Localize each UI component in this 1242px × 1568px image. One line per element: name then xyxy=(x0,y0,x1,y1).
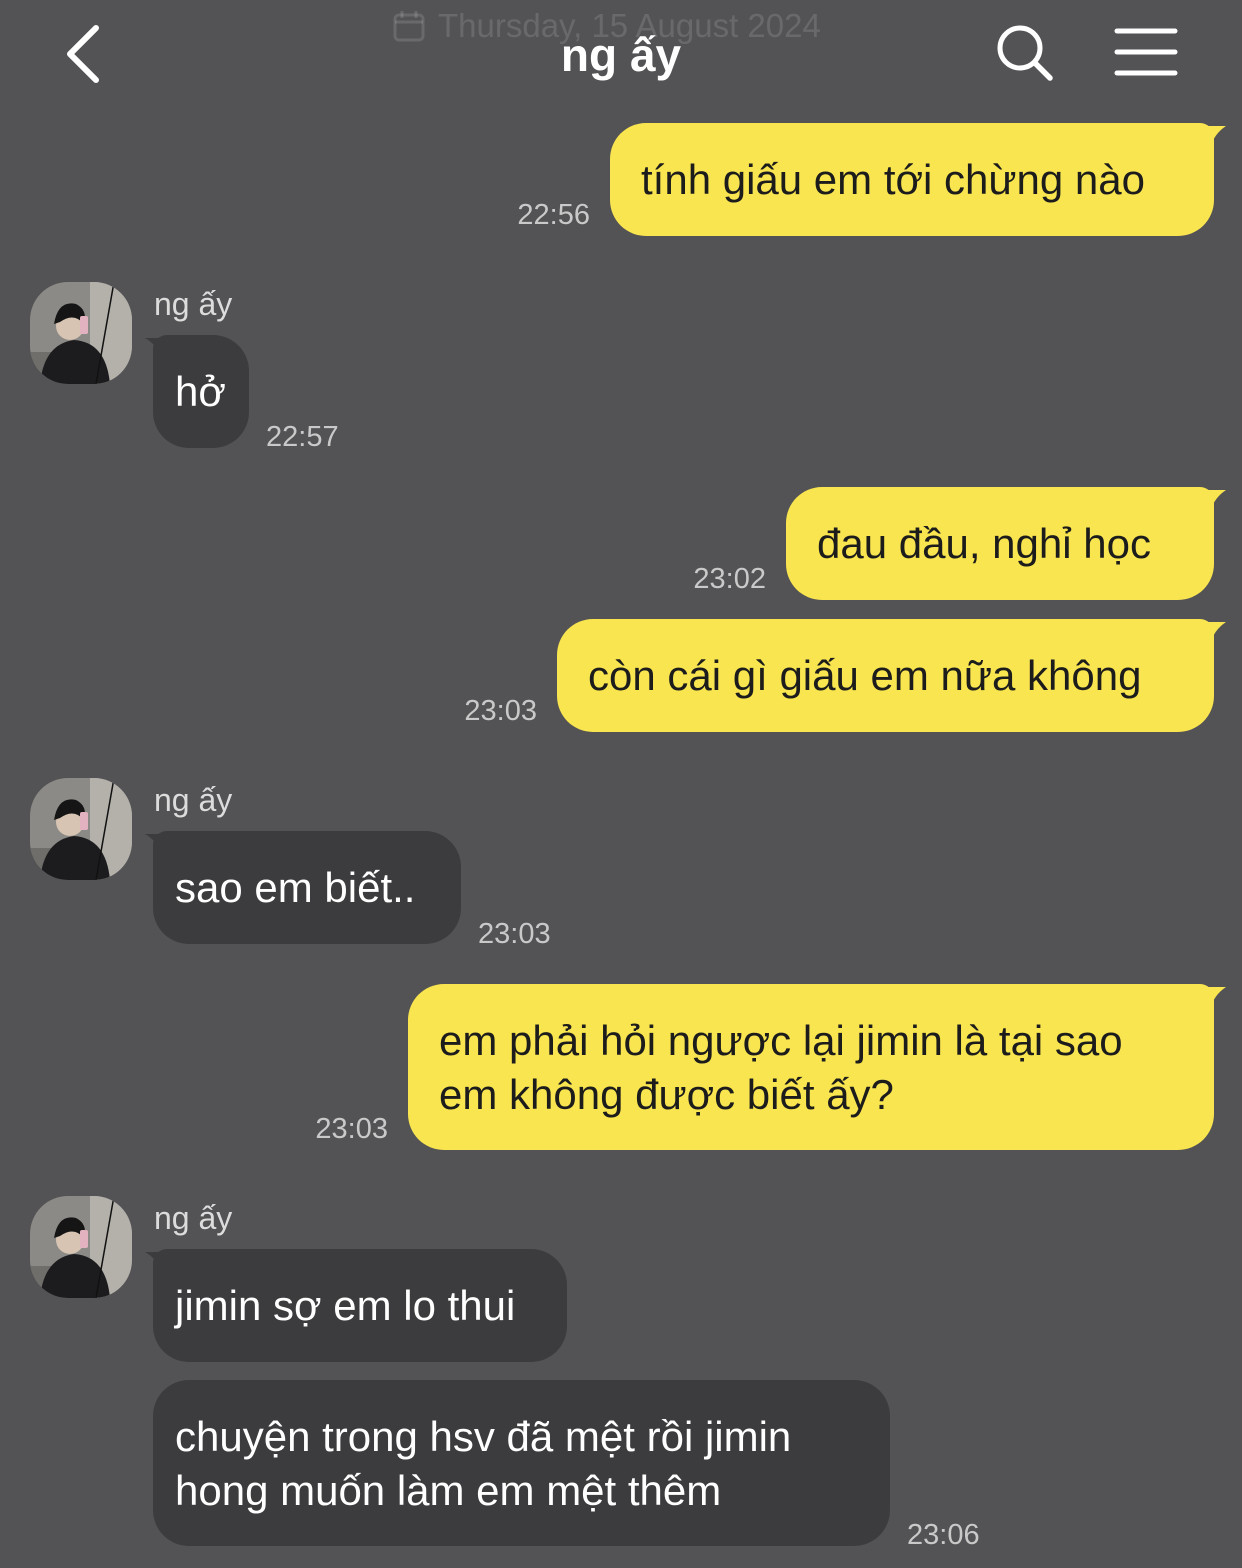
message-text-line-2: em không được biết ấy? xyxy=(439,1071,894,1118)
message-text: tính giấu em tới chừng nào xyxy=(641,156,1145,203)
bubble-tail xyxy=(1202,126,1226,148)
message-text: hở xyxy=(175,368,226,415)
message-text-line-1: em phải hỏi ngược lại jimin là tại sao xyxy=(439,1017,1123,1064)
search-button[interactable] xyxy=(994,22,1056,84)
incoming-message-bubble[interactable]: chuyện trong hsv đã mệt rồi jimin hong m… xyxy=(153,1380,890,1546)
outgoing-message-bubble[interactable]: đau đầu, nghỉ học xyxy=(786,487,1214,600)
message-text: sao em biết.. xyxy=(175,864,416,911)
bubble-tail xyxy=(1202,622,1226,644)
message-text-line-2: hong muốn làm em mệt thêm xyxy=(175,1467,722,1514)
bubble-tail xyxy=(1202,987,1226,1009)
incoming-message-bubble[interactable]: jimin sợ em lo thui xyxy=(153,1249,567,1362)
bubble-tail xyxy=(1202,490,1226,512)
message-timestamp: 23:06 xyxy=(907,1519,980,1551)
incoming-message-bubble[interactable]: hở xyxy=(153,335,249,448)
message-timestamp: 23:02 xyxy=(693,563,766,595)
hamburger-menu-icon xyxy=(1114,28,1178,76)
chat-header: Thursday, 15 August 2024 ng ấy xyxy=(0,0,1242,110)
sender-name: ng ấy xyxy=(154,1200,233,1236)
message-timestamp: 23:03 xyxy=(315,1113,388,1145)
message-text: còn cái gì giấu em nữa không xyxy=(588,652,1142,699)
sender-name: ng ấy xyxy=(154,782,233,818)
outgoing-message-bubble[interactable]: còn cái gì giấu em nữa không xyxy=(557,619,1214,732)
message-text-line-1: chuyện trong hsv đã mệt rồi jimin xyxy=(175,1413,792,1460)
menu-button[interactable] xyxy=(1112,26,1180,80)
avatar[interactable] xyxy=(30,778,132,880)
sender-name: ng ấy xyxy=(154,286,233,322)
incoming-message-bubble[interactable]: sao em biết.. xyxy=(153,831,461,944)
avatar-photo xyxy=(30,778,132,880)
message-timestamp: 22:57 xyxy=(266,421,339,453)
avatar[interactable] xyxy=(30,1196,132,1298)
outgoing-message-bubble[interactable]: em phải hỏi ngược lại jimin là tại sao e… xyxy=(408,984,1214,1150)
message-timestamp: 23:03 xyxy=(464,695,537,727)
search-icon xyxy=(997,25,1053,81)
message-text: jimin sợ em lo thui xyxy=(175,1282,516,1329)
message-timestamp: 22:56 xyxy=(517,199,590,231)
avatar[interactable] xyxy=(30,282,132,384)
avatar-photo xyxy=(30,1196,132,1298)
avatar-photo xyxy=(30,282,132,384)
message-text: đau đầu, nghỉ học xyxy=(817,520,1151,567)
outgoing-message-bubble[interactable]: tính giấu em tới chừng nào xyxy=(610,123,1214,236)
message-timestamp: 23:03 xyxy=(478,918,551,950)
